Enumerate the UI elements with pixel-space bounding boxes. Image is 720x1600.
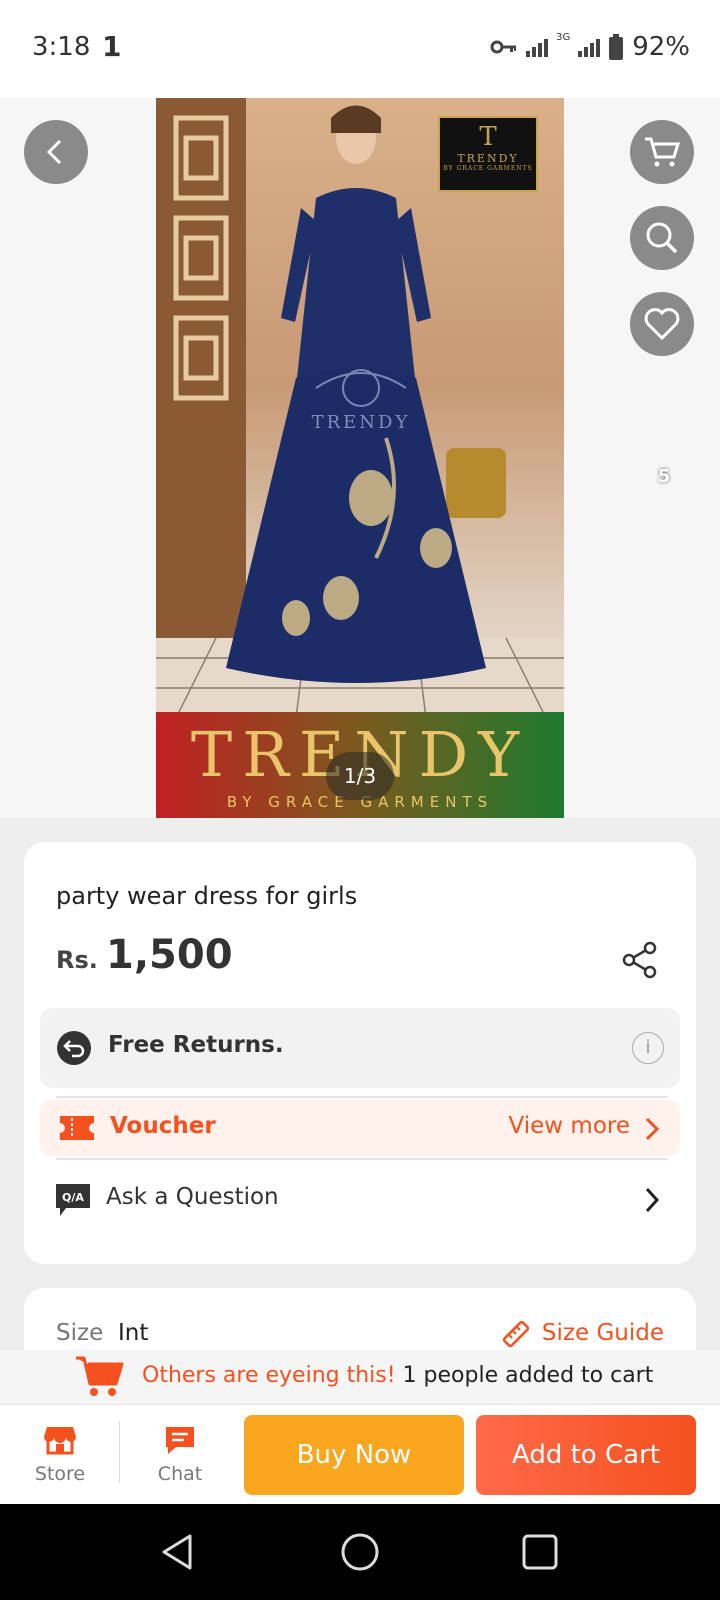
size-value: Int	[118, 1320, 149, 1346]
return-icon	[57, 1031, 91, 1065]
image-counter: 1/3	[326, 752, 394, 800]
signal-icon	[526, 37, 549, 57]
chevron-left-icon	[46, 139, 62, 165]
store-label: Store	[34, 1463, 86, 1485]
product-info-card: party wear dress for girls Rs. 1,500 Fre…	[24, 842, 696, 1264]
divider	[56, 1096, 668, 1098]
status-time: 3:18	[32, 32, 91, 62]
signal-icon-2	[578, 37, 601, 57]
battery-level: 92%	[632, 32, 690, 62]
search-icon	[646, 222, 678, 254]
wishlist-button[interactable]	[630, 292, 694, 356]
status-bar: 3:18 1 3G 92%	[0, 0, 720, 98]
chevron-right-icon	[645, 1117, 660, 1141]
chat-tab[interactable]: Chat	[140, 1425, 220, 1485]
buy-now-button[interactable]: Buy Now	[244, 1415, 464, 1495]
product-price: 1,500	[106, 932, 233, 978]
logo-word: TRENDY	[457, 152, 519, 165]
size-guide-link[interactable]: Size Guide	[542, 1320, 664, 1346]
network-type: 3G	[556, 32, 571, 43]
eyeing-message: Others are eyeing this!	[142, 1363, 396, 1388]
logo-letter: T	[479, 122, 497, 152]
ruler-icon	[502, 1320, 530, 1348]
divider	[56, 1158, 668, 1160]
chat-icon	[166, 1427, 194, 1454]
wishlist-count: 5	[657, 466, 671, 487]
price-currency: Rs.	[56, 946, 98, 974]
product-gallery[interactable]: TRENDY T TRENDY BY GRACE GARMENTS TRENDY…	[0, 98, 720, 818]
product-photo[interactable]: TRENDY T TRENDY BY GRACE GARMENTS TRENDY…	[156, 98, 564, 818]
store-tab[interactable]: Store	[20, 1425, 100, 1485]
free-returns-label: Free Returns.	[108, 1032, 284, 1058]
status-icons: 3G 92%	[490, 32, 690, 62]
brand-logo: T TRENDY BY GRACE GARMENTS	[438, 116, 538, 192]
search-button[interactable]	[630, 206, 694, 270]
bottom-action-bar: Store Chat Buy Now Add to Cart	[0, 1404, 720, 1504]
social-proof-banner: Others are eyeing this! 1 people added t…	[0, 1350, 720, 1404]
product-title: party wear dress for girls	[56, 882, 358, 910]
share-icon[interactable]	[620, 940, 660, 980]
svg-text:Q/A: Q/A	[62, 1191, 84, 1204]
recents-nav-icon[interactable]	[520, 1532, 560, 1572]
sim-indicator: 1	[102, 30, 122, 63]
cart-button[interactable]	[630, 120, 694, 184]
back-button[interactable]	[24, 120, 88, 184]
heart-icon	[644, 308, 680, 341]
add-to-cart-button[interactable]: Add to Cart	[476, 1415, 696, 1495]
added-to-cart-count: 1 people added to cart	[402, 1363, 654, 1388]
svg-text:TRENDY: TRENDY	[312, 412, 411, 433]
voucher-row[interactable]: Voucher View more	[40, 1100, 680, 1156]
ask-question-label: Ask a Question	[106, 1184, 279, 1210]
back-nav-icon[interactable]	[158, 1532, 198, 1572]
view-more-link[interactable]: View more	[509, 1113, 630, 1139]
ask-question-row[interactable]: Q/A Ask a Question	[24, 1162, 696, 1238]
vpn-key-icon	[490, 40, 517, 54]
cart-icon	[76, 1356, 124, 1396]
logo-subtitle: BY GRACE GARMENTS	[443, 165, 533, 172]
home-nav-icon[interactable]	[340, 1532, 380, 1572]
qa-icon: Q/A	[56, 1184, 90, 1216]
cart-icon	[645, 137, 681, 167]
system-nav-bar	[0, 1504, 720, 1600]
voucher-label: Voucher	[110, 1113, 216, 1139]
free-returns-row[interactable]: Free Returns. i	[40, 1008, 680, 1088]
size-label: Size	[56, 1320, 104, 1346]
battery-icon	[609, 34, 624, 60]
store-icon	[44, 1427, 76, 1455]
chat-label: Chat	[157, 1463, 203, 1485]
info-icon[interactable]: i	[632, 1032, 664, 1064]
social-proof-text: Others are eyeing this! 1 people added t…	[142, 1363, 653, 1388]
voucher-icon	[60, 1116, 94, 1140]
chevron-right-icon	[645, 1187, 660, 1213]
divider	[119, 1421, 120, 1483]
